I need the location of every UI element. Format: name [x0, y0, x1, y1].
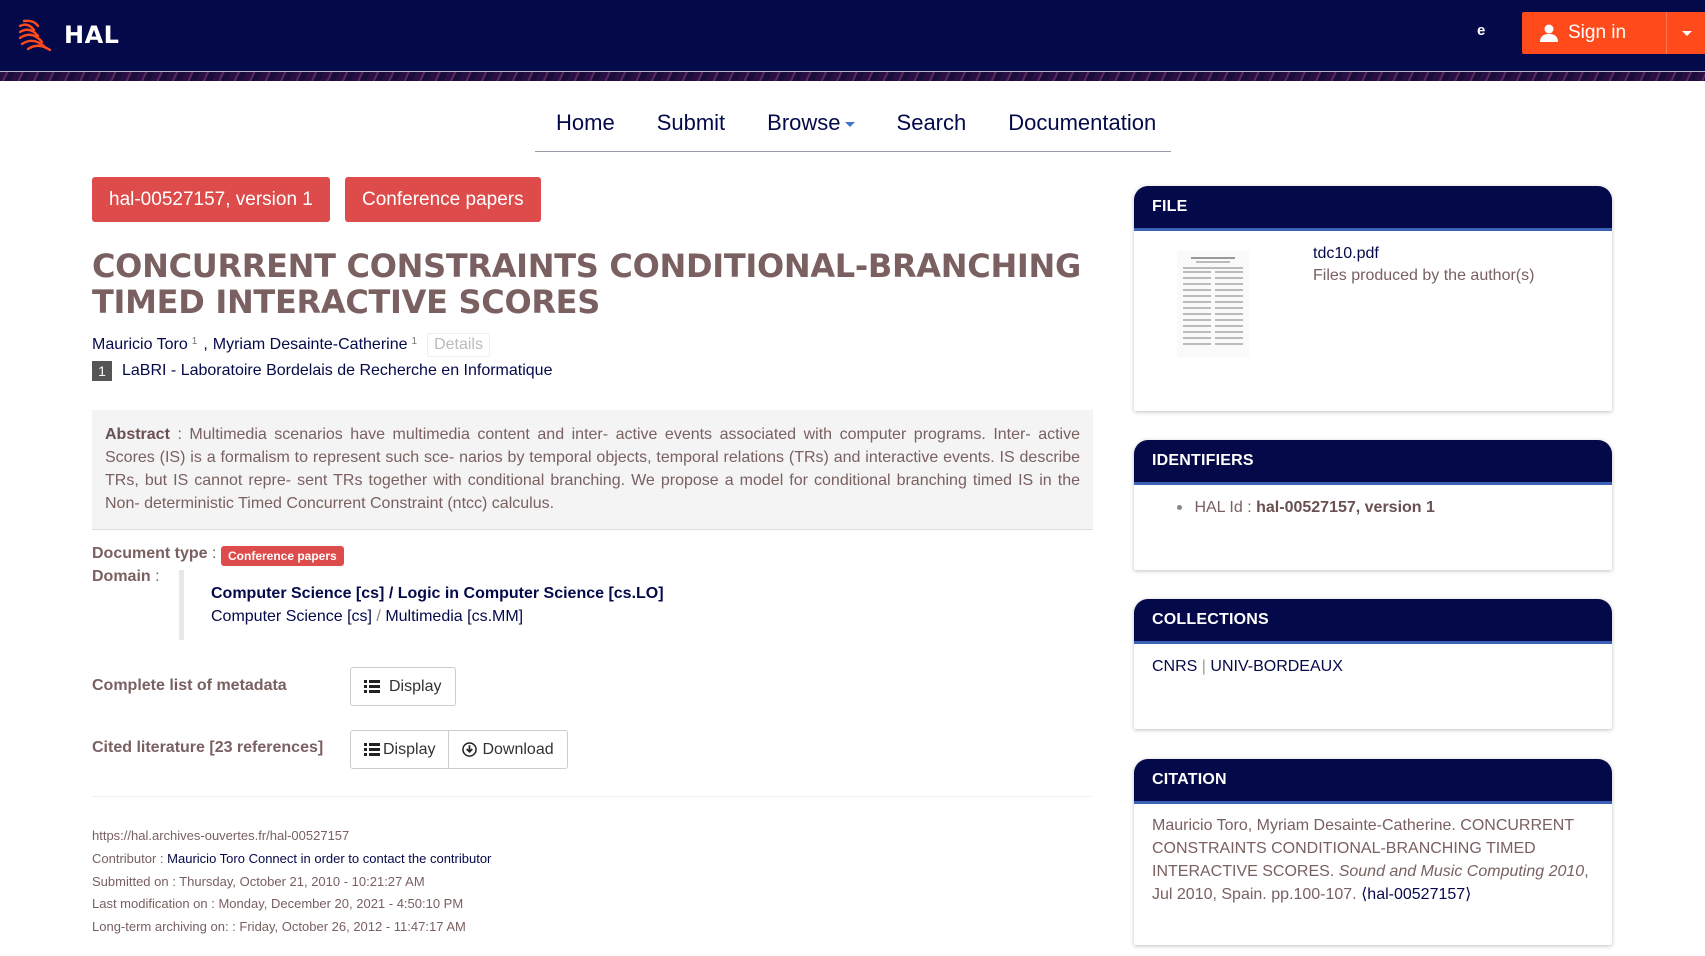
modified-date: Last modification on : Monday, December … [92, 896, 464, 911]
doc-type-label: Document type [92, 545, 208, 562]
nav-home[interactable]: Home [535, 104, 636, 138]
nav-browse-label: Browse [767, 110, 841, 135]
doc-type-value-badge[interactable]: Conference papers [221, 546, 344, 566]
complete-metadata-label: Complete list of metadata [92, 677, 287, 694]
language-switcher[interactable]: e [1477, 22, 1485, 39]
list-icon [364, 743, 380, 756]
submitted-date: Submitted on : Thursday, October 21, 201… [92, 874, 425, 889]
user-icon [1540, 24, 1558, 42]
file-link[interactable]: tdc10.pdf [1313, 245, 1534, 263]
author-link[interactable]: Myriam Desainte-Catherine [213, 336, 408, 354]
domain-separator: / [376, 608, 381, 625]
nav-search[interactable]: Search [876, 104, 988, 138]
domain-link[interactable]: Computer Science [cs] [211, 585, 384, 602]
download-icon [462, 742, 478, 757]
archived-date: Long-term archiving on: : Friday, Octobe… [92, 919, 466, 934]
collections-panel: COLLECTIONS CNRS | UNIV-BORDEAUX [1134, 599, 1612, 729]
author-separator: , [203, 336, 208, 353]
hal-logo-icon [18, 19, 52, 52]
version-badge[interactable]: hal-00527157, version 1 [92, 177, 330, 222]
display-label: Display [389, 677, 442, 695]
domain-separator: / [388, 585, 394, 602]
author-link[interactable]: Mauricio Toro [92, 336, 188, 354]
abstract-label: Abstract [105, 426, 170, 443]
main-nav: Home Submit Browse Search Documentation [535, 104, 1171, 152]
affiliation-number: 1 [92, 361, 112, 381]
cited-literature-label: Cited literature [23 references] [92, 739, 324, 756]
identifiers-body: HAL Id : hal-00527157, version 1 [1134, 485, 1612, 531]
collections-panel-title: COLLECTIONS [1134, 599, 1612, 644]
collection-link[interactable]: CNRS [1152, 658, 1197, 675]
footer-divider [92, 796, 1091, 797]
contributor-link[interactable]: Mauricio Toro Connect in order to contac… [167, 851, 491, 866]
header-decorative-stripe [0, 71, 1705, 81]
sign-in-label: Sign in [1568, 22, 1627, 43]
contributor-label: Contributor : [92, 851, 164, 866]
doc-type-badge[interactable]: Conference papers [345, 177, 541, 222]
collections-body: CNRS | UNIV-BORDEAUX [1134, 644, 1612, 690]
display-label: Display [383, 740, 436, 758]
abstract-box: Abstract : Multimedia scenarios have mul… [92, 410, 1093, 530]
identifiers-panel-title: IDENTIFIERS [1134, 440, 1612, 485]
domain-link[interactable]: Logic in Computer Science [cs.LO] [398, 585, 664, 602]
doc-type-row: Document type : [92, 545, 217, 562]
collection-link[interactable]: UNIV-BORDEAUX [1210, 658, 1342, 675]
affiliation: 1 LaBRI - Laboratoire Bordelais de Reche… [92, 361, 552, 381]
chevron-down-icon [1681, 30, 1692, 36]
domain-label: Domain [92, 568, 151, 585]
nav-submit[interactable]: Submit [636, 104, 746, 138]
citation-text: Mauricio Toro, Myriam Desainte-Catherine… [1134, 804, 1612, 920]
nav-browse[interactable]: Browse [746, 104, 875, 138]
details-button[interactable]: Details [427, 333, 490, 357]
citation-panel: CITATION Mauricio Toro, Myriam Desainte-… [1134, 759, 1612, 945]
sign-in-button[interactable]: Sign in [1522, 12, 1705, 54]
citation-panel-title: CITATION [1134, 759, 1612, 804]
bullet-icon [1177, 505, 1182, 511]
download-label: Download [482, 740, 554, 758]
document-url: https://hal.archives-ouvertes.fr/hal-005… [92, 828, 350, 843]
header-divider [0, 71, 1705, 72]
domain-link[interactable]: Multimedia [cs.MM] [385, 608, 523, 625]
hal-id-value: hal-00527157, version 1 [1256, 499, 1435, 516]
abstract-text: : Multimedia scenarios have multimedia c… [105, 426, 1080, 512]
file-panel-title: FILE [1134, 186, 1612, 231]
file-panel: FILE tdc10.pdf Files produced by the aut… [1134, 186, 1612, 411]
domain-primary: Computer Science [cs] / Logic in Compute… [211, 582, 664, 605]
author-list: Mauricio Toro 1 , Myriam Desainte-Cather… [92, 333, 490, 357]
citation-venue: Sound and Music Computing 2010 [1338, 863, 1585, 880]
top-bar [0, 0, 1705, 72]
display-references-button[interactable]: Display [351, 731, 448, 768]
hal-logo[interactable]: HAL [18, 18, 119, 52]
download-references-button[interactable]: Download [448, 731, 566, 768]
domain-link[interactable]: Computer Science [cs] [211, 608, 372, 625]
citation-hal-link[interactable]: ⟨hal-00527157⟩ [1361, 886, 1471, 903]
document-title: CONCURRENT CONSTRAINTS CONDITIONAL-BRANC… [92, 247, 1081, 321]
affiliation-ref: 1 [411, 335, 418, 347]
affiliation-ref: 1 [191, 335, 198, 347]
nav-documentation[interactable]: Documentation [987, 104, 1177, 138]
domain-list: Computer Science [cs] / Logic in Compute… [179, 570, 664, 640]
pdf-thumbnail[interactable] [1177, 251, 1249, 357]
list-icon [364, 680, 380, 693]
affiliation-link[interactable]: LaBRI - Laboratoire Bordelais de Recherc… [122, 362, 552, 380]
collection-separator: | [1201, 658, 1206, 675]
sign-in-dropdown-toggle[interactable] [1666, 12, 1705, 54]
display-metadata-button[interactable]: Display [350, 667, 456, 706]
logo-text: HAL [64, 21, 120, 49]
file-info: tdc10.pdf Files produced by the author(s… [1313, 245, 1534, 285]
cited-literature-buttons: Display Download [350, 730, 568, 769]
domain-secondary: Computer Science [cs] / Multimedia [cs.M… [211, 605, 664, 628]
file-description: Files produced by the author(s) [1313, 267, 1535, 284]
domain-row: Domain : [92, 568, 160, 585]
contributor-row: Contributor : Mauricio Toro Connect in o… [92, 851, 491, 866]
hal-id-label: HAL Id : [1194, 499, 1252, 516]
identifiers-panel: IDENTIFIERS HAL Id : hal-00527157, versi… [1134, 440, 1612, 570]
chevron-down-icon [844, 122, 855, 127]
